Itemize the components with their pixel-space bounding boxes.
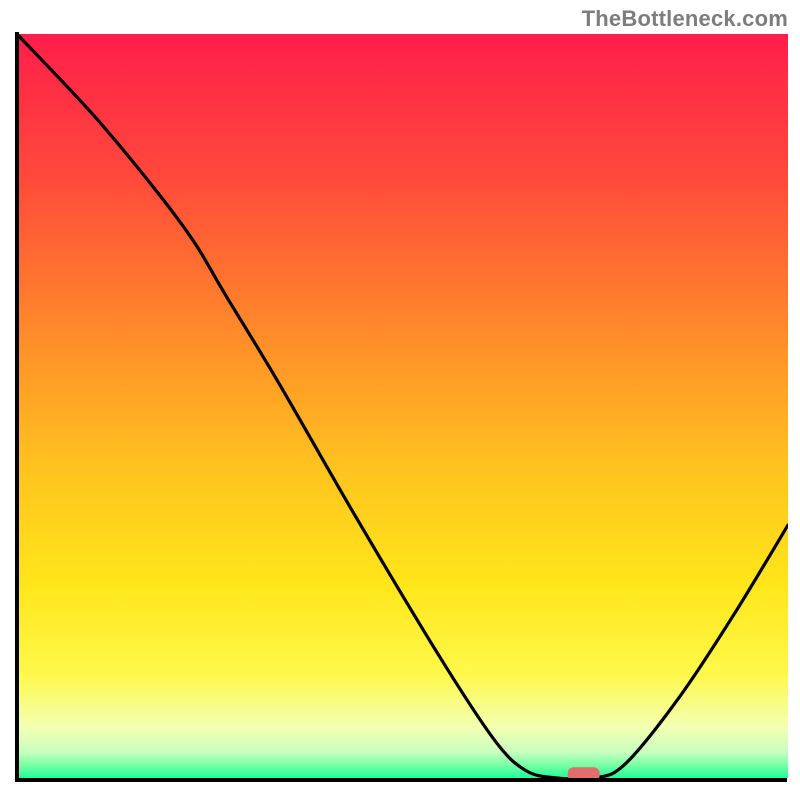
x-axis-line: [15, 778, 787, 782]
y-axis-line: [15, 32, 19, 780]
chart-stage: TheBottleneck.com: [0, 0, 800, 800]
chart-svg: [0, 0, 800, 800]
gradient-background: [17, 34, 788, 778]
